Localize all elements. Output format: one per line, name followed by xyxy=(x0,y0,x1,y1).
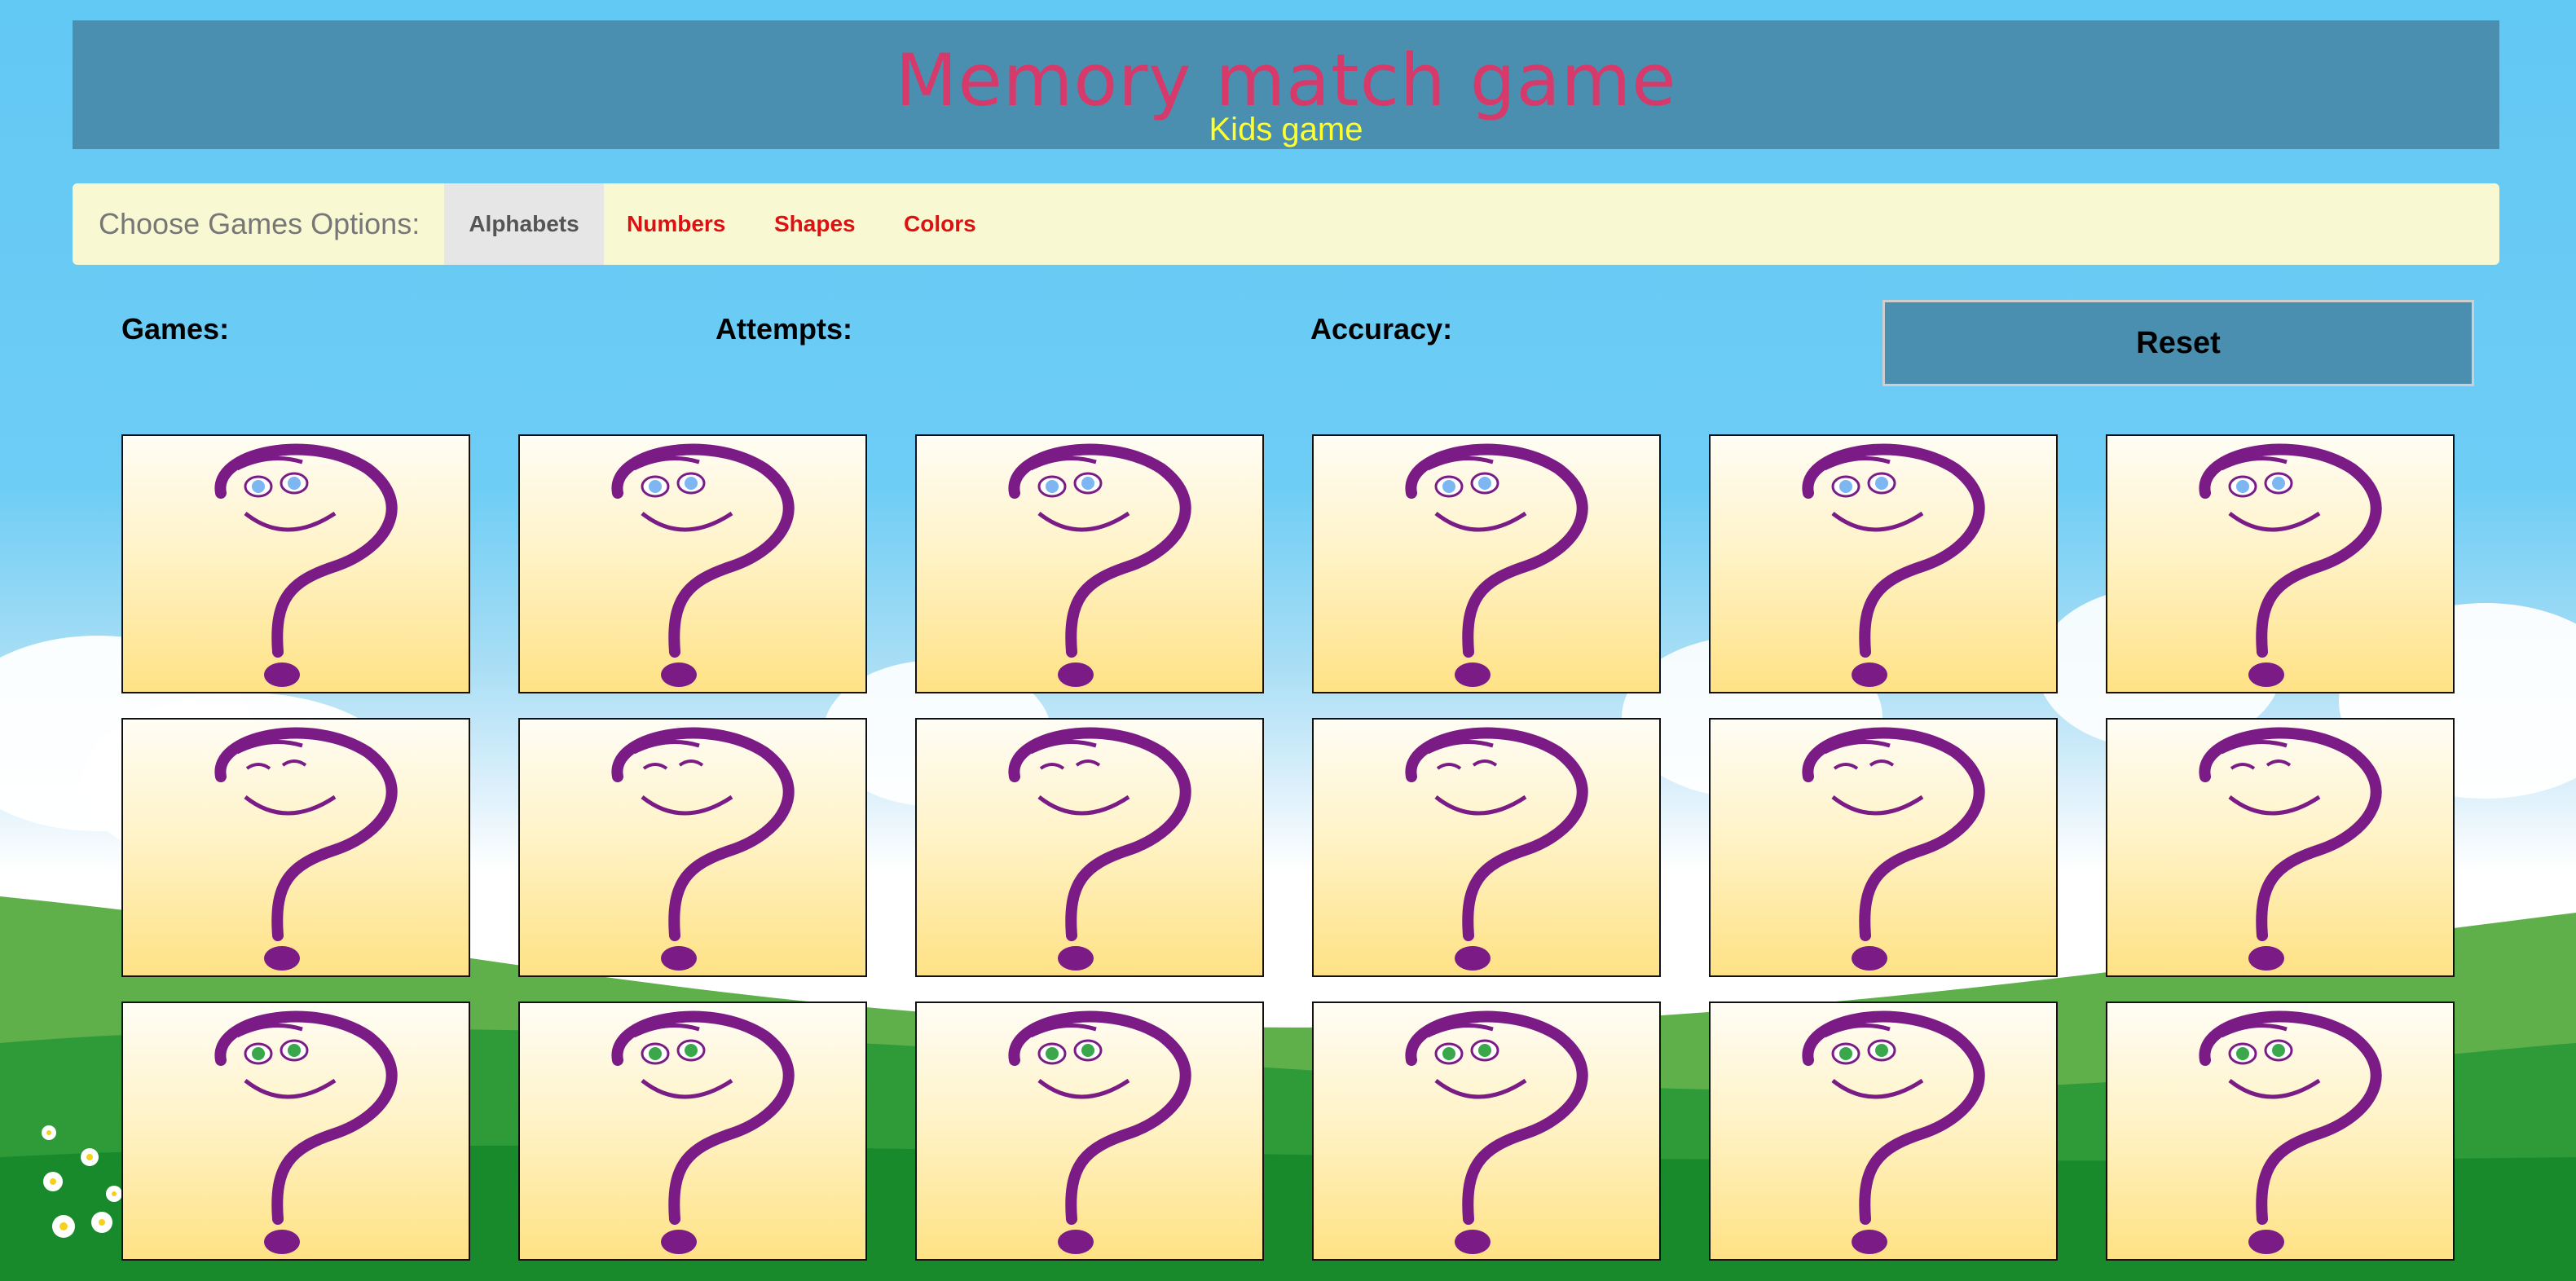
memory-card[interactable] xyxy=(1312,1001,1661,1261)
attempts-label: Attempts: xyxy=(716,312,852,346)
page-subtitle: Kids game xyxy=(1209,112,1363,147)
question-mark-icon xyxy=(1802,443,1985,687)
options-label: Choose Games Options: xyxy=(99,207,421,240)
accuracy-label: Accuracy: xyxy=(1310,312,1453,346)
game-options-bar: Choose Games Options: Alphabets Numbers … xyxy=(73,183,2499,265)
tab-numbers[interactable]: Numbers xyxy=(602,183,750,265)
page-title: Memory match game xyxy=(895,38,1677,122)
memory-card[interactable] xyxy=(1312,434,1661,693)
question-mark-icon xyxy=(1405,727,1588,971)
question-mark-icon xyxy=(1405,443,1588,687)
memory-card[interactable] xyxy=(121,1001,470,1261)
memory-card[interactable] xyxy=(2106,718,2455,977)
question-mark-icon xyxy=(1802,727,1985,971)
question-mark-icon xyxy=(1008,1010,1191,1254)
tab-alphabets[interactable]: Alphabets xyxy=(444,183,604,265)
memory-card[interactable] xyxy=(2106,1001,2455,1261)
memory-card[interactable] xyxy=(518,718,867,977)
tab-colors[interactable]: Colors xyxy=(879,183,1001,265)
memory-card[interactable] xyxy=(121,434,470,693)
question-mark-icon xyxy=(611,443,795,687)
memory-card[interactable] xyxy=(121,718,470,977)
memory-card[interactable] xyxy=(1312,718,1661,977)
games-label: Games: xyxy=(121,312,230,346)
tab-shapes[interactable]: Shapes xyxy=(750,183,880,265)
question-mark-icon xyxy=(2199,1010,2382,1254)
memory-card[interactable] xyxy=(2106,434,2455,693)
question-mark-icon xyxy=(2199,443,2382,687)
page-header: Memory match game Kids game xyxy=(73,20,2499,149)
memory-card[interactable] xyxy=(1709,434,2058,693)
question-mark-icon xyxy=(214,727,398,971)
reset-button[interactable]: Reset xyxy=(1882,300,2474,386)
question-mark-icon xyxy=(214,443,398,687)
memory-card[interactable] xyxy=(915,718,1264,977)
memory-card[interactable] xyxy=(915,1001,1264,1261)
question-mark-icon xyxy=(2199,727,2382,971)
question-mark-icon xyxy=(1802,1010,1985,1254)
question-mark-icon xyxy=(1008,727,1191,971)
question-mark-icon xyxy=(611,1010,795,1254)
question-mark-icon xyxy=(1405,1010,1588,1254)
question-mark-icon xyxy=(1008,443,1191,687)
memory-card[interactable] xyxy=(518,1001,867,1261)
memory-card[interactable] xyxy=(518,434,867,693)
memory-card[interactable] xyxy=(915,434,1264,693)
question-mark-icon xyxy=(611,727,795,971)
memory-card[interactable] xyxy=(1709,718,2058,977)
question-mark-icon xyxy=(214,1010,398,1254)
memory-card[interactable] xyxy=(1709,1001,2058,1261)
